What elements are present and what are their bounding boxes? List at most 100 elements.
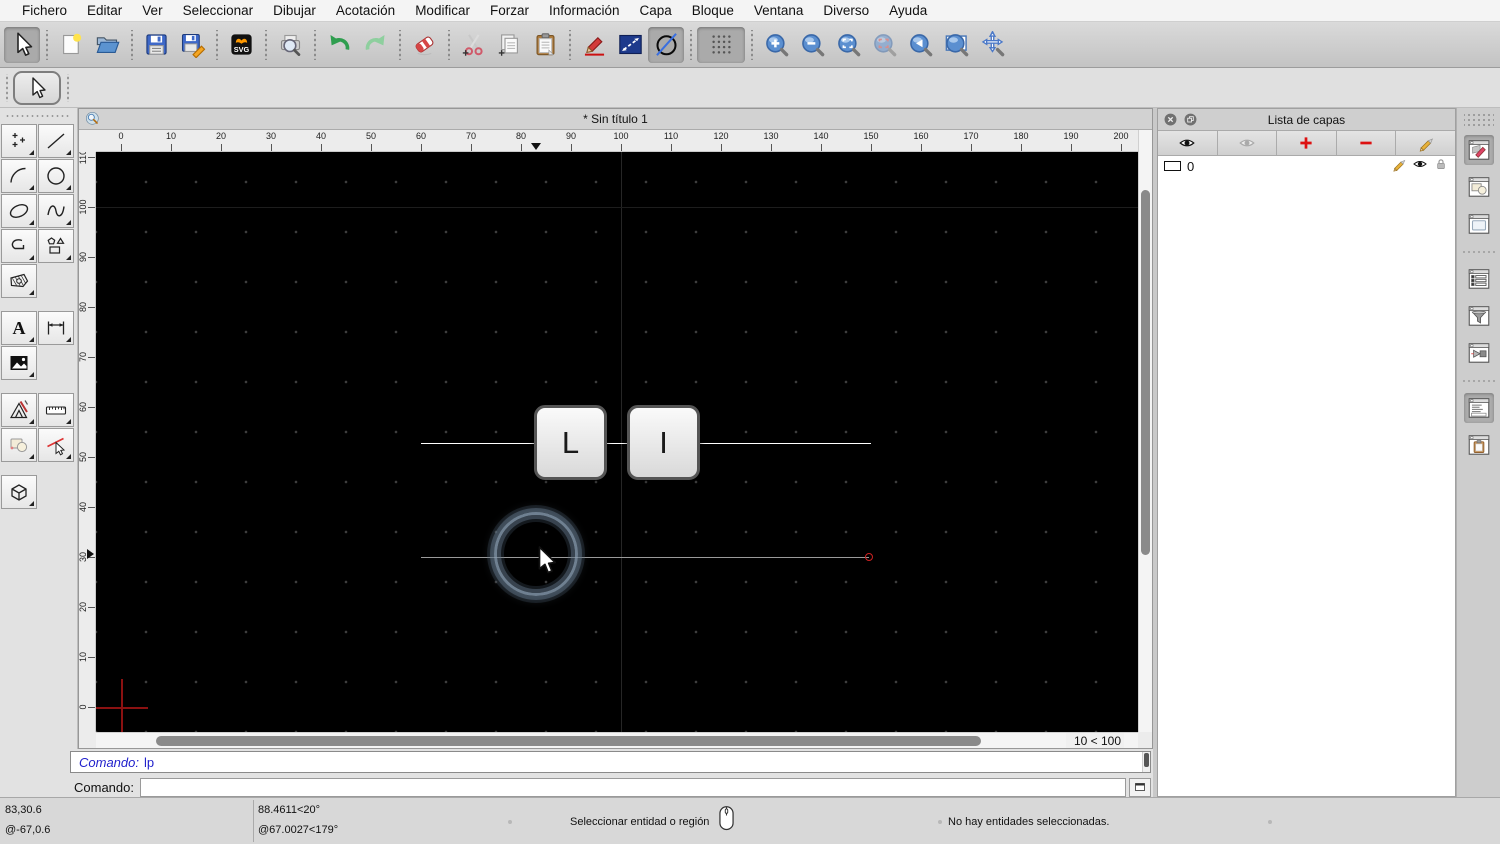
tool-arc-button[interactable] bbox=[1, 159, 37, 193]
menu-ayuda[interactable]: Ayuda bbox=[879, 0, 937, 22]
command-options-toggle[interactable] bbox=[1464, 338, 1494, 368]
window-titlebar: * Sin título 1 bbox=[79, 109, 1152, 130]
redo-button[interactable] bbox=[357, 27, 393, 63]
zoom-pan-button[interactable] bbox=[974, 27, 1010, 63]
drawing-canvas[interactable]: LI bbox=[96, 152, 1138, 732]
tool-points-button[interactable] bbox=[1, 124, 37, 158]
meta-grid-line bbox=[96, 207, 1138, 208]
command-input[interactable] bbox=[139, 777, 1126, 797]
status-separator bbox=[253, 800, 254, 842]
strip-grip[interactable] bbox=[1463, 112, 1494, 128]
flyout-triangle-icon bbox=[29, 419, 34, 424]
polar-relative: @67.0027<179° bbox=[258, 824, 339, 836]
tool-ellipse-button[interactable] bbox=[1, 194, 37, 228]
tool-circle-button[interactable] bbox=[38, 159, 74, 193]
tool-modify-button[interactable] bbox=[1, 393, 37, 427]
zoom-in-button[interactable] bbox=[758, 27, 794, 63]
edit-layer-button[interactable] bbox=[1396, 131, 1455, 155]
edit-pencil-icon[interactable] bbox=[1391, 156, 1407, 177]
menu-forzar[interactable]: Forzar bbox=[480, 0, 539, 22]
layer-color-swatch[interactable] bbox=[1164, 161, 1181, 171]
zoom-previous-button[interactable] bbox=[902, 27, 938, 63]
dock-icon-strip bbox=[1456, 108, 1500, 797]
copy-button[interactable] bbox=[491, 27, 527, 63]
tool-block-button[interactable] bbox=[1, 475, 37, 509]
select-tool-button[interactable] bbox=[13, 70, 61, 105]
show-all-layers-button[interactable] bbox=[1158, 131, 1218, 155]
open-file-button[interactable] bbox=[89, 27, 125, 63]
new-file-button[interactable] bbox=[53, 27, 89, 63]
toolbar-grip[interactable] bbox=[3, 73, 10, 102]
palette-grip[interactable] bbox=[6, 112, 69, 120]
tool-attributes-button[interactable] bbox=[38, 428, 74, 462]
menu-ventana[interactable]: Ventana bbox=[744, 0, 814, 22]
ruler-cursor-marker bbox=[87, 549, 94, 559]
menu-modificar[interactable]: Modificar bbox=[405, 0, 480, 22]
entity-list-toggle[interactable] bbox=[1464, 264, 1494, 294]
menu-seleccionar[interactable]: Seleccionar bbox=[173, 0, 264, 22]
delete-entities-button[interactable] bbox=[406, 27, 442, 63]
menubar: Fichero Editar Ver Seleccionar Dibujar Acotac… bbox=[0, 0, 1500, 22]
tool-text-button[interactable]: A bbox=[1, 311, 37, 345]
property-editor-toggle[interactable] bbox=[1463, 135, 1494, 165]
command-dock-toggle-button[interactable] bbox=[1129, 777, 1151, 797]
ruler-tick bbox=[1121, 144, 1122, 151]
zoom-window-button[interactable] bbox=[866, 27, 902, 63]
zoom-auto-icon bbox=[837, 34, 860, 57]
ruler-corner bbox=[79, 130, 96, 152]
library-browser-toggle[interactable] bbox=[1464, 209, 1494, 239]
zoom-auto-button[interactable] bbox=[830, 27, 866, 63]
add-layer-button[interactable] bbox=[1277, 131, 1337, 155]
block-list-toggle[interactable] bbox=[1464, 172, 1494, 202]
menu-información[interactable]: Información bbox=[539, 0, 630, 22]
tool-spline-button[interactable] bbox=[38, 194, 74, 228]
menu-editar[interactable]: Editar bbox=[77, 0, 132, 22]
ruler-tick bbox=[521, 144, 522, 151]
export-svg-button[interactable]: SVG bbox=[223, 27, 259, 63]
vertical-scrollbar-thumb[interactable] bbox=[1141, 190, 1150, 555]
menu-bloque[interactable]: Bloque bbox=[682, 0, 744, 22]
menu-diverso[interactable]: Diverso bbox=[813, 0, 879, 22]
visibility-eye-icon[interactable] bbox=[1412, 156, 1428, 177]
select-tool-button[interactable] bbox=[4, 26, 40, 63]
zoom-out-button[interactable] bbox=[794, 27, 830, 63]
hide-all-layers-button[interactable] bbox=[1217, 131, 1278, 155]
pen-attributes-button[interactable] bbox=[576, 27, 612, 63]
tool-dimension-button[interactable] bbox=[38, 311, 74, 345]
horizontal-scrollbar[interactable] bbox=[96, 732, 1066, 748]
zoom-redraw-button[interactable] bbox=[938, 27, 974, 63]
tool-hatch-button[interactable] bbox=[1, 264, 37, 298]
tool-order-button[interactable] bbox=[1, 428, 37, 462]
menu-ver[interactable]: Ver bbox=[132, 0, 172, 22]
layer-row[interactable]: 0 bbox=[1158, 156, 1455, 176]
menu-fichero[interactable]: Fichero bbox=[12, 0, 77, 22]
scroll-corner bbox=[1124, 732, 1138, 748]
measure-distance-button[interactable] bbox=[612, 27, 648, 63]
remove-layer-button[interactable] bbox=[1336, 131, 1397, 155]
tool-polygon-button[interactable] bbox=[38, 229, 74, 263]
clipboard-panel-toggle[interactable] bbox=[1464, 430, 1494, 460]
tool-polyline-button[interactable] bbox=[1, 229, 37, 263]
cut-button[interactable] bbox=[455, 27, 491, 63]
menu-acotación[interactable]: Acotación bbox=[326, 0, 405, 22]
vertical-scrollbar[interactable] bbox=[1138, 130, 1152, 732]
selection-filter-toggle[interactable] bbox=[1464, 301, 1494, 331]
save-as-button[interactable] bbox=[174, 27, 210, 63]
tool-line-button[interactable] bbox=[38, 124, 74, 158]
toolbar-grip[interactable] bbox=[64, 73, 71, 102]
undo-button[interactable] bbox=[321, 27, 357, 63]
tool-measure-button[interactable] bbox=[38, 393, 74, 427]
menu-capa[interactable]: Capa bbox=[630, 0, 682, 22]
ruler-label: 0 bbox=[118, 131, 124, 141]
draw-circle-line-button[interactable] bbox=[648, 26, 684, 63]
horizontal-scrollbar-thumb[interactable] bbox=[156, 736, 981, 746]
print-preview-button[interactable] bbox=[272, 27, 308, 63]
paste-button[interactable] bbox=[527, 27, 563, 63]
menu-dibujar[interactable]: Dibujar bbox=[263, 0, 326, 22]
command-history-toggle[interactable] bbox=[1463, 393, 1494, 423]
snap-grid-button[interactable] bbox=[697, 26, 745, 63]
save-file-button[interactable] bbox=[138, 27, 174, 63]
lock-icon[interactable] bbox=[1433, 156, 1449, 177]
history-scrollbar[interactable] bbox=[1142, 752, 1150, 772]
tool-image-button[interactable] bbox=[1, 346, 37, 380]
